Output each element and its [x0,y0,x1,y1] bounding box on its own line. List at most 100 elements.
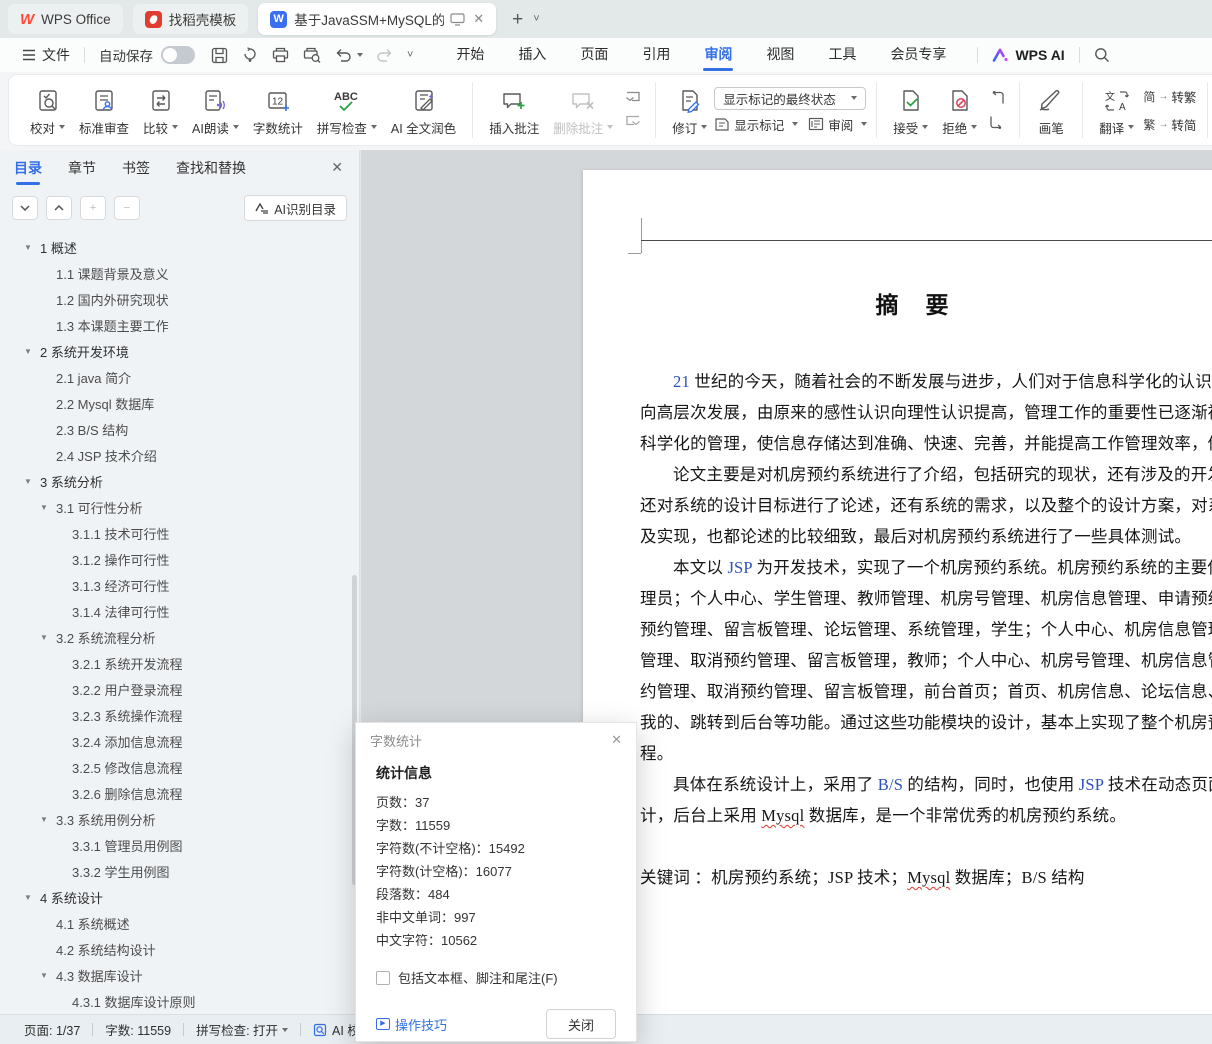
sidebar-tab[interactable]: 书签 [122,150,150,188]
outline-item[interactable]: 3.1.4 法律可行性 [0,598,359,624]
outline-item[interactable]: ▼ 1 概述 [0,234,359,260]
new-tab-button[interactable]: + [512,10,523,29]
next-change-icon[interactable] [986,113,1008,131]
outline-item[interactable]: 1.3 本课题主要工作 [0,312,359,338]
outline-item[interactable]: 2.1 java 简介 [0,364,359,390]
wps-ai-button[interactable]: WPS AI [992,47,1065,63]
menu-item[interactable]: 引用 [625,38,687,72]
review-pane-button[interactable]: 审阅 [808,115,868,134]
print-icon[interactable] [272,47,289,63]
standard-review-button[interactable]: 标准审查 [72,80,136,141]
expand-arrow-icon[interactable]: ▼ [40,971,56,980]
tab-wps-home[interactable]: W WPS Office [8,4,123,34]
outline-item[interactable]: ▼ 4.3 数据库设计 [0,962,359,988]
outline-item[interactable]: 3.2.5 修改信息流程 [0,754,359,780]
previous-comment-icon[interactable] [622,89,644,107]
tab-list-chevron-icon[interactable]: ˅ [533,13,539,25]
outline-item[interactable]: ▼ 3.1 可行性分析 [0,494,359,520]
show-markup-button[interactable]: 显示标记 [714,115,799,134]
compare-button[interactable]: 比较 [136,80,185,141]
outline-item[interactable]: 4.2 系统结构设计 [0,936,359,962]
outline-item[interactable]: ▼ 4 系统设计 [0,884,359,910]
page-indicator[interactable]: 页面: 1/37 [12,1020,92,1039]
expand-arrow-icon[interactable]: ▼ [24,243,40,252]
promote-button[interactable]: + [80,196,106,220]
spell-check-status[interactable]: 拼写检查: 打开 [184,1020,300,1039]
expand-arrow-icon[interactable]: ▼ [24,347,40,356]
collapse-all-button[interactable] [46,196,72,220]
outline-item[interactable]: 3.1.3 经济可行性 [0,572,359,598]
include-textbox-checkbox[interactable] [376,970,390,985]
previous-change-icon[interactable] [986,89,1008,107]
outline-item[interactable]: 3.1.2 操作可行性 [0,546,359,572]
outline-item[interactable]: 3.2.3 系统操作流程 [0,702,359,728]
proofread-button[interactable]: 校对 [23,80,72,141]
menu-item[interactable]: 插入 [501,38,563,72]
outline-item[interactable]: 2.2 Mysql 数据库 [0,390,359,416]
autosave-toggle[interactable] [161,46,195,64]
ai-polish-button[interactable]: AI 全文润色 [384,80,463,141]
close-dialog-icon[interactable]: ✕ [611,732,622,748]
outline-item[interactable]: 3.2.1 系统开发流程 [0,650,359,676]
tips-link[interactable]: ▶ 操作技巧 [376,1015,447,1034]
close-sidebar-icon[interactable]: ✕ [331,159,343,176]
search-icon[interactable] [1094,47,1110,63]
word-count-indicator[interactable]: 字数: 11559 [93,1020,183,1039]
outline-item[interactable]: 4.3.1 数据库设计原则 [0,988,359,1014]
outline-item[interactable]: 1.2 国内外研究现状 [0,286,359,312]
track-changes-button[interactable]: 修订 [665,80,714,141]
expand-all-button[interactable] [12,196,38,220]
document-page[interactable]: 摘 要 21 世纪的今天，随着社会的不断发展与进步，人们对于信息科学化的认识， … [583,170,1212,1014]
expand-arrow-icon[interactable]: ▼ [24,893,40,902]
close-tab-icon[interactable]: ✕ [473,11,484,27]
outline-item[interactable]: 4.1 系统概述 [0,910,359,936]
save-icon[interactable] [211,47,228,64]
undo-button[interactable] [335,48,363,63]
outline-item[interactable]: ▼ 2 系统开发环境 [0,338,359,364]
tab-docer[interactable]: 找稻壳模板 [132,4,249,34]
quick-access-chevron-icon[interactable]: ˅ [407,49,413,61]
menu-item[interactable]: 视图 [749,38,811,72]
sidebar-tab[interactable]: 查找和替换 [176,150,246,188]
outline-item[interactable]: 3.3.1 管理员用例图 [0,832,359,858]
accept-button[interactable]: 接受 [886,80,935,141]
export-icon[interactable] [242,46,258,64]
brush-button[interactable]: 画笔 [1029,80,1073,141]
outline-item[interactable]: 3.2.2 用户登录流程 [0,676,359,702]
markup-state-select[interactable]: 显示标记的最终状态 [714,86,867,110]
close-button[interactable]: 关闭 [546,1009,616,1039]
monitor-icon[interactable] [450,12,465,26]
expand-arrow-icon[interactable]: ▼ [40,815,56,824]
outline-item[interactable]: 3.2.4 添加信息流程 [0,728,359,754]
ai-read-button[interactable]: AI朗读 [185,80,246,141]
sidebar-tab[interactable]: 目录 [14,150,42,188]
expand-arrow-icon[interactable]: ▼ [24,477,40,486]
outline-item[interactable]: ▼ 3 系统分析 [0,468,359,494]
outline-item[interactable]: ▼ 3.3 系统用例分析 [0,806,359,832]
spell-check-button[interactable]: ABC 拼写检查 [310,80,384,141]
reject-button[interactable]: 拒绝 [935,80,984,141]
print-preview-icon[interactable] [303,47,321,63]
expand-arrow-icon[interactable]: ▼ [40,503,56,512]
outline-item[interactable]: 2.4 JSP 技术介绍 [0,442,359,468]
redo-button[interactable] [377,48,393,63]
file-menu[interactable]: 文件 [22,45,70,65]
outline-item[interactable]: 1.1 课题背景及意义 [0,260,359,286]
outline-item[interactable]: 3.3.2 学生用例图 [0,858,359,884]
menu-item[interactable]: 工具 [811,38,873,72]
menu-item[interactable]: 审阅 [687,38,749,72]
demote-button[interactable]: − [114,196,140,220]
outline-item[interactable]: 2.3 B/S 结构 [0,416,359,442]
to-traditional-button[interactable]: 简 → 转繁 [1143,87,1196,106]
menu-item[interactable]: 页面 [563,38,625,72]
word-count-button[interactable]: 12 字数统计 [246,80,310,141]
outline-item[interactable]: 3.2.6 删除信息流程 [0,780,359,806]
delete-comment-button[interactable]: 删除批注 [546,80,620,141]
expand-arrow-icon[interactable]: ▼ [40,633,56,642]
sidebar-tab[interactable]: 章节 [68,150,96,188]
ai-outline-button[interactable]: AI识别目录 [244,195,347,221]
insert-comment-button[interactable]: 插入批注 [482,80,546,141]
menu-item[interactable]: 会员专享 [873,38,963,72]
tab-document[interactable]: W 基于JavaSSM+MySQL的机房 ✕ [258,3,497,35]
translate-button[interactable]: 文A 翻译 [1092,80,1141,141]
